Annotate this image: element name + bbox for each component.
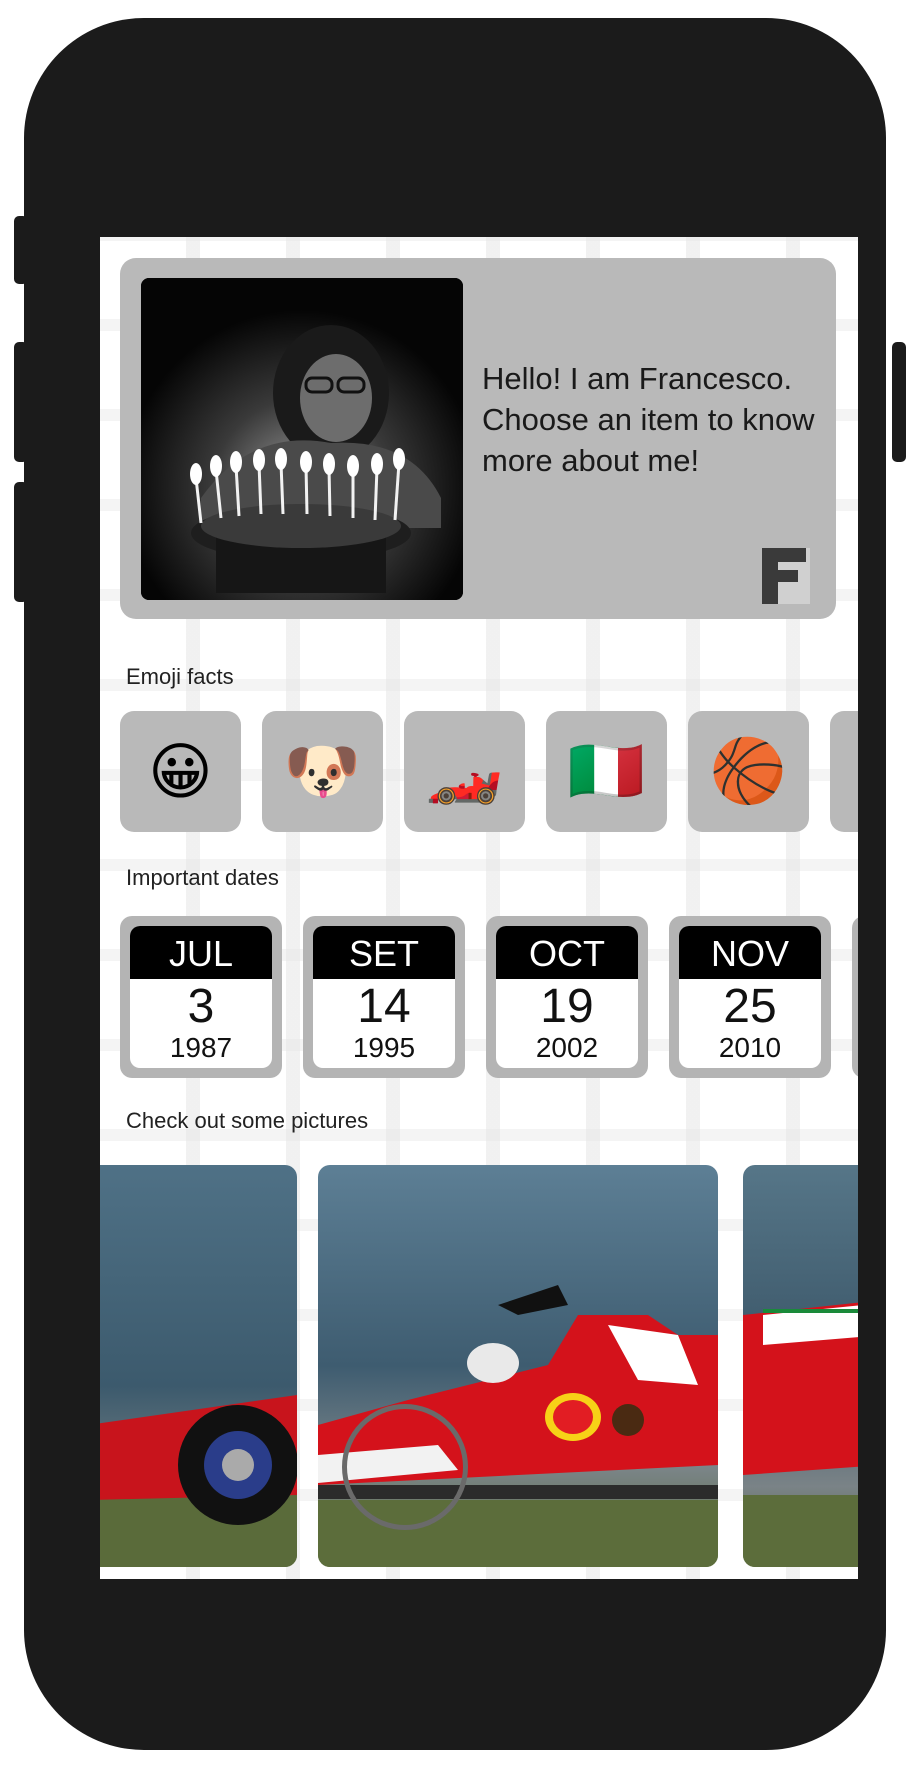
- basketball-icon: 🏀: [709, 737, 788, 806]
- date-card[interactable]: SET 14 1995: [303, 916, 465, 1078]
- calendar-icon: SET 14 1995: [313, 926, 455, 1068]
- power-button[interactable]: [892, 342, 906, 462]
- grinning-face-icon: 😀: [148, 738, 213, 807]
- intro-text: Hello! I am Francesco. Choose an item to…: [482, 361, 815, 478]
- important-dates-carousel[interactable]: JUL 3 1987 SET 14 1995 OCT 19 2002 NOV 2…: [120, 916, 858, 1078]
- ferrari-f1-car-photo-icon: [743, 1165, 858, 1567]
- calendar-icon: OCT 19 2002: [496, 926, 638, 1068]
- emoji-fact-tile[interactable]: 🇮🇹: [546, 711, 667, 832]
- racing-car-icon: 🏎️: [425, 737, 504, 806]
- date-year: 1995: [352, 1032, 416, 1063]
- date-card[interactable]: OCT 19 2002: [486, 916, 648, 1078]
- emoji-fact-tile-partial[interactable]: [830, 711, 858, 832]
- picture-card[interactable]: [100, 1165, 297, 1567]
- date-year: 1987: [169, 1032, 233, 1063]
- date-month: NOV: [679, 926, 821, 979]
- profile-photo-birthday-cake-icon: [141, 278, 463, 600]
- emoji-fact-tile[interactable]: 😀: [120, 711, 241, 832]
- date-year: 2002: [535, 1032, 599, 1063]
- date-card-partial[interactable]: [852, 916, 858, 1078]
- profile-photo: [141, 278, 463, 600]
- date-year: 2010: [718, 1032, 782, 1063]
- date-month: OCT: [496, 926, 638, 979]
- date-day: 19: [540, 980, 594, 1033]
- date-month: JUL: [130, 926, 272, 979]
- picture-card[interactable]: [743, 1165, 858, 1567]
- ferrari-f1-car-photo-icon: [100, 1165, 297, 1567]
- date-day: 14: [357, 980, 411, 1033]
- date-card[interactable]: JUL 3 1987: [120, 916, 282, 1078]
- date-card[interactable]: NOV 25 2010: [669, 916, 831, 1078]
- date-month: SET: [313, 926, 455, 979]
- emoji-facts-carousel[interactable]: 😀 🐶 🏎️ 🇮🇹 🏀: [120, 711, 858, 833]
- phone-frame: Hello! I am Francesco. Choose an item to…: [24, 18, 886, 1750]
- intro-card[interactable]: Hello! I am Francesco. Choose an item to…: [120, 258, 836, 619]
- calendar-icon: NOV 25 2010: [679, 926, 821, 1068]
- emoji-fact-tile[interactable]: 🏎️: [404, 711, 525, 832]
- f-logo-icon: [762, 548, 810, 604]
- date-day: 3: [187, 980, 215, 1033]
- date-day: 25: [723, 980, 777, 1033]
- pictures-heading: Check out some pictures: [126, 1108, 369, 1133]
- emoji-fact-tile[interactable]: 🐶: [262, 711, 383, 832]
- italy-flag-icon: 🇮🇹: [567, 737, 646, 806]
- important-dates-heading: Important dates: [126, 865, 279, 890]
- home-button[interactable]: [342, 1404, 468, 1530]
- emoji-facts-heading: Emoji facts: [126, 664, 234, 689]
- emoji-fact-tile[interactable]: 🏀: [688, 711, 809, 832]
- calendar-icon: JUL 3 1987: [130, 926, 272, 1068]
- dog-face-icon: 🐶: [283, 737, 362, 806]
- app-screen: Hello! I am Francesco. Choose an item to…: [100, 237, 858, 1579]
